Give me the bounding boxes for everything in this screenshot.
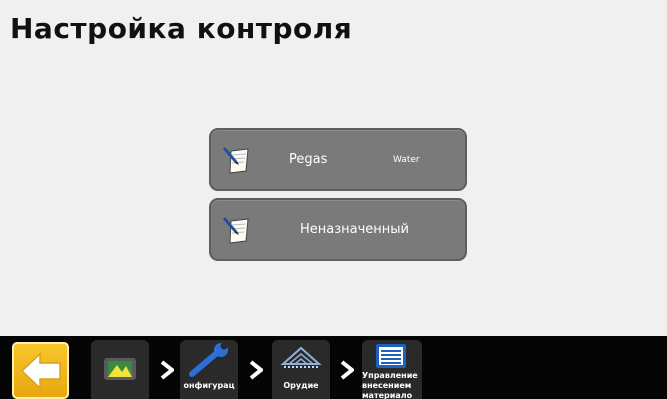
crumb-implement[interactable]: Орудие xyxy=(272,340,330,399)
wrench-icon xyxy=(189,342,228,377)
chevron-right-icon xyxy=(249,360,263,380)
page-title: Настройка контроля xyxy=(10,12,353,45)
crumb-label: онфигурац xyxy=(183,381,235,390)
display-console-icon xyxy=(104,358,136,380)
control-button-unassigned[interactable]: Неназначенный xyxy=(209,198,467,261)
control-button-pegas[interactable]: Pegas Water xyxy=(209,128,467,191)
crumb-configuration[interactable]: онфигурац xyxy=(180,340,238,399)
bottom-navigation-bar: онфигурац Орудие Управление внесением ма… xyxy=(0,336,667,399)
control-product: Water xyxy=(393,154,420,165)
control-name: Pegas xyxy=(289,152,328,167)
document-pen-icon xyxy=(223,147,249,174)
chevron-right-icon xyxy=(340,360,354,380)
crumb-label: Управление внесением материало xyxy=(362,371,418,399)
crumb-label: Орудие xyxy=(283,381,319,390)
back-arrow-icon xyxy=(20,352,61,390)
crumb-display[interactable] xyxy=(91,340,149,399)
implement-boom-icon xyxy=(280,346,322,368)
crumb-rate-control[interactable]: Управление внесением материало xyxy=(362,340,422,399)
list-icon xyxy=(376,344,406,368)
chevron-right-icon xyxy=(160,360,174,380)
back-button[interactable] xyxy=(12,342,69,399)
document-pen-icon xyxy=(223,217,249,244)
control-name: Неназначенный xyxy=(300,222,410,237)
